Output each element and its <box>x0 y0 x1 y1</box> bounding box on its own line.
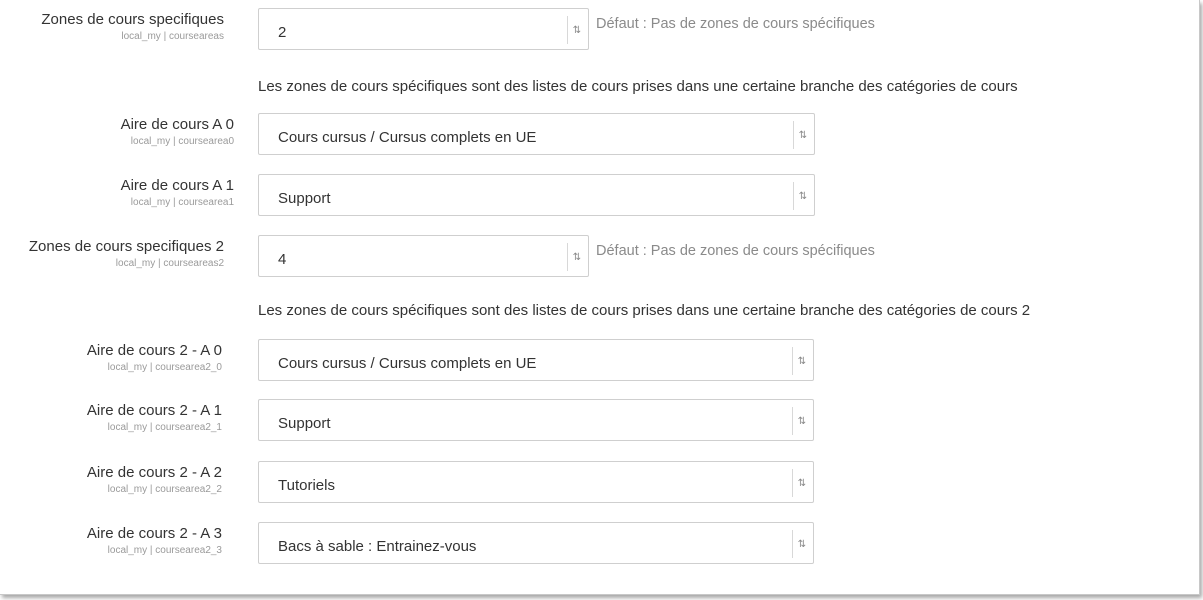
setting-coursearea2-1: Aire de cours 2 - A 1 local_my | coursea… <box>0 399 1199 443</box>
default-hint: Défaut : Pas de zones de cours spécifiqu… <box>596 16 875 32</box>
select-value: Cours cursus / Cursus complets en UE <box>278 128 537 146</box>
coursearea1-select[interactable]: Support ⇅ <box>258 174 815 216</box>
setting-label: Aire de cours 2 - A 2 local_my | coursea… <box>87 463 222 497</box>
setting-key: local_my | coursearea0 <box>130 136 234 147</box>
select-value: Tutoriels <box>278 476 335 494</box>
setting-name: Aire de cours 2 - A 1 <box>86 402 222 419</box>
setting-key: local_my | courseareas <box>121 31 224 42</box>
setting-label: Aire de cours A 0 local_my | coursearea0 <box>121 115 234 149</box>
setting-key: local_my | coursearea2_2 <box>107 484 222 495</box>
setting-courseareas: Zones de cours specifiques local_my | co… <box>0 8 1199 52</box>
setting-name: Aire de cours A 1 <box>120 177 234 194</box>
setting-name: Aire de cours 2 - A 2 <box>86 464 222 481</box>
chevron-down-icon[interactable]: ⇅ <box>792 347 811 375</box>
settings-panel: Zones de cours specifiques local_my | co… <box>0 0 1200 595</box>
chevron-down-icon[interactable]: ⇅ <box>567 16 586 44</box>
coursearea2-3-select[interactable]: Bacs à sable : Entrainez-vous ⇅ <box>258 522 814 564</box>
courseareas-description: Les zones de cours spécifiques sont des … <box>258 78 1018 95</box>
courseareas2-select[interactable]: 4 ⇅ <box>258 235 589 277</box>
coursearea2-0-select[interactable]: Cours cursus / Cursus complets en UE ⇅ <box>258 339 814 381</box>
select-value: 2 <box>278 23 287 41</box>
setting-coursearea2-2: Aire de cours 2 - A 2 local_my | coursea… <box>0 461 1199 505</box>
select-value: Cours cursus / Cursus complets en UE <box>278 354 537 372</box>
chevron-down-icon[interactable]: ⇅ <box>792 407 811 435</box>
coursearea2-2-select[interactable]: Tutoriels ⇅ <box>258 461 814 503</box>
setting-coursearea2-3: Aire de cours 2 - A 3 local_my | coursea… <box>0 522 1199 566</box>
select-value: Bacs à sable : Entrainez-vous <box>278 537 477 555</box>
setting-key: local_my | courseareas2 <box>115 258 224 269</box>
setting-coursearea2-0: Aire de cours 2 - A 0 local_my | coursea… <box>0 339 1199 383</box>
setting-label: Zones de cours specifiques local_my | co… <box>41 10 224 44</box>
setting-label: Zones de cours specifiques 2 local_my | … <box>29 237 224 271</box>
chevron-down-icon[interactable]: ⇅ <box>792 469 811 497</box>
chevron-down-icon[interactable]: ⇅ <box>792 530 811 558</box>
coursearea0-select[interactable]: Cours cursus / Cursus complets en UE ⇅ <box>258 113 815 155</box>
setting-name: Aire de cours A 0 <box>120 116 234 133</box>
setting-courseareas2: Zones de cours specifiques 2 local_my | … <box>0 235 1199 279</box>
setting-key: local_my | coursearea1 <box>130 197 234 208</box>
chevron-down-icon[interactable]: ⇅ <box>567 243 586 271</box>
chevron-down-icon[interactable]: ⇅ <box>793 182 812 210</box>
setting-label: Aire de cours A 1 local_my | coursearea1 <box>121 176 234 210</box>
select-value: Support <box>278 189 331 207</box>
coursearea2-1-select[interactable]: Support ⇅ <box>258 399 814 441</box>
setting-name: Zones de cours specifiques 2 <box>28 238 224 255</box>
setting-key: local_my | coursearea2_3 <box>107 545 222 556</box>
setting-key: local_my | coursearea2_1 <box>107 422 222 433</box>
courseareas2-description: Les zones de cours spécifiques sont des … <box>258 302 1031 319</box>
default-hint: Défaut : Pas de zones de cours spécifiqu… <box>596 243 875 259</box>
setting-name: Aire de cours 2 - A 3 <box>86 525 222 542</box>
courseareas-select[interactable]: 2 ⇅ <box>258 8 589 50</box>
chevron-down-icon[interactable]: ⇅ <box>793 121 812 149</box>
setting-label: Aire de cours 2 - A 3 local_my | coursea… <box>87 524 222 558</box>
setting-label: Aire de cours 2 - A 0 local_my | coursea… <box>87 341 222 375</box>
select-value: 4 <box>278 250 287 268</box>
setting-key: local_my | coursearea2_0 <box>107 362 222 373</box>
setting-coursearea0: Aire de cours A 0 local_my | coursearea0… <box>0 113 1199 157</box>
setting-name: Aire de cours 2 - A 0 <box>86 342 222 359</box>
setting-label: Aire de cours 2 - A 1 local_my | coursea… <box>87 401 222 435</box>
select-value: Support <box>278 414 331 432</box>
setting-name: Zones de cours specifiques <box>41 11 224 28</box>
setting-coursearea1: Aire de cours A 1 local_my | coursearea1… <box>0 174 1199 218</box>
